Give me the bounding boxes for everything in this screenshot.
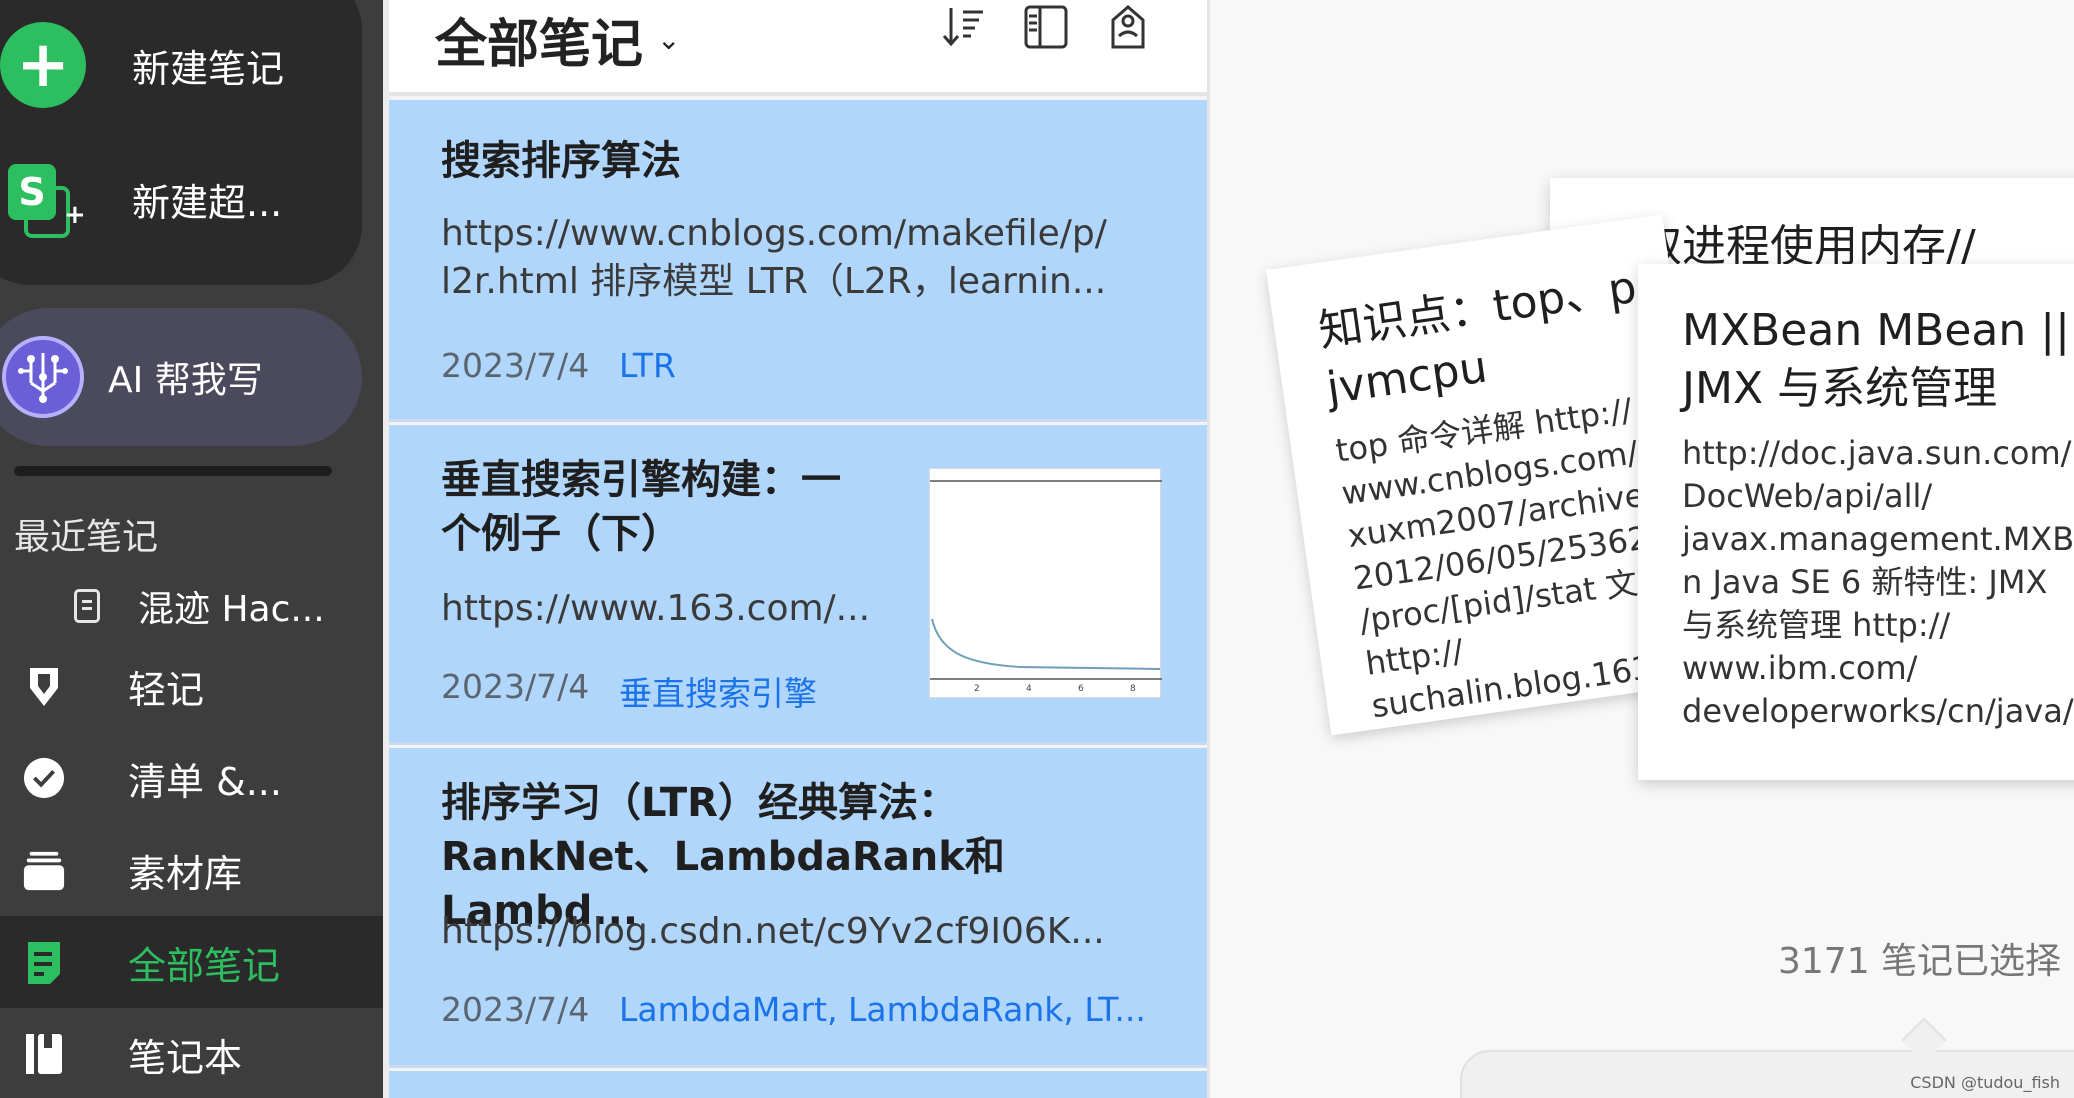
stacked-note-title: MXBean MBean ||	[1682, 305, 2070, 356]
sidebar-item-label: 轻记	[128, 667, 205, 712]
sidebar-item-quick-note[interactable]: 轻记	[0, 640, 385, 732]
note-card[interactable]: 搜索排序算法 https://www.cnblogs.com/makefile/…	[389, 100, 1207, 422]
recent-note-item[interactable]: 混迹 Hac...	[74, 580, 325, 632]
note-card[interactable]: 排序学习（LTR）经典算法： RankNet、LambdaRank和 Lambd…	[389, 748, 1207, 1068]
note-tags[interactable]: LambdaMart, LambdaRank, LT...	[619, 990, 1146, 1029]
tag-filter-icon[interactable]	[1105, 4, 1151, 50]
list-title-dropdown[interactable]: 全部笔记 ⌄	[435, 2, 680, 77]
new-super-note-label: 新建超...	[132, 180, 283, 225]
list-title: 全部笔记	[435, 15, 644, 75]
super-note-icon: S +	[0, 156, 86, 242]
stacked-note-card: MXBean MBean || JMX 与系统管理 http://doc.jav…	[1638, 264, 2074, 780]
sidebar-item-label: 笔记本	[128, 1035, 243, 1080]
thumb-tick-label: 6	[1078, 684, 1084, 694]
note-title-line: 排序学习（LTR）经典算法：	[441, 780, 958, 826]
sort-icon[interactable]	[941, 4, 987, 50]
quick-note-icon	[22, 664, 66, 708]
ai-circuit-icon	[2, 336, 84, 418]
document-icon	[74, 589, 100, 623]
new-super-note-button[interactable]: S + 新建超...	[0, 156, 282, 242]
notebook-icon	[22, 1032, 66, 1076]
note-title: 搜索排序算法	[441, 138, 681, 184]
note-snippet-line: https://www.cnblogs.com/makefile/p/	[441, 213, 1107, 254]
thumb-tick-label: 2	[974, 684, 980, 694]
stacked-note-body: http://doc.java.sun.com/ DocWeb/api/all/…	[1682, 434, 2074, 730]
sidebar: + 新建笔记 S + 新建超... AI 帮我写 最近笔记 混迹 Hac... …	[0, 0, 385, 1098]
recent-notes-title: 最近笔记	[14, 517, 159, 558]
library-icon	[22, 848, 66, 892]
note-snippet-line: l2r.html 排序模型 LTR（L2R，learnin...	[441, 261, 1107, 302]
divider	[14, 466, 332, 476]
note-title-line: 个例子（下）	[441, 511, 681, 557]
new-note-button[interactable]: + 新建笔记	[0, 22, 284, 108]
view-layout-icon[interactable]	[1023, 4, 1069, 50]
sidebar-item-checklist[interactable]: › 清单 &...	[0, 732, 385, 824]
plus-icon: +	[0, 22, 86, 108]
sidebar-item-library[interactable]: 素材库	[0, 824, 385, 916]
watermark: CSDN @tudou_fish	[1910, 1073, 2060, 1092]
stacked-note-title: JMX 与系统管理	[1682, 363, 1998, 414]
ai-write-label: AI 帮我写	[108, 360, 263, 401]
notes-icon	[22, 940, 66, 984]
list-header: 全部笔记 ⌄	[389, 0, 1207, 96]
note-card[interactable]	[389, 1071, 1207, 1098]
chevron-down-icon: ⌄	[657, 23, 681, 56]
note-snippet: https://www.163.com/...	[441, 588, 871, 629]
note-title-line: 垂直搜索引擎构建：一	[441, 457, 841, 503]
note-date: 2023/7/4	[441, 346, 590, 385]
note-tags[interactable]: LTR	[619, 346, 676, 385]
note-date: 2023/7/4	[441, 990, 590, 1029]
thumb-tick-label: 4	[1026, 684, 1032, 694]
sidebar-item-notebooks[interactable]: › 笔记本	[0, 1008, 385, 1098]
note-date: 2023/7/4	[441, 667, 590, 706]
note-snippet: https://blog.csdn.net/c9Yv2cf9I06K...	[441, 911, 1105, 952]
recent-note-label: 混迹 Hac...	[138, 589, 325, 630]
thumb-tick-label: 8	[1130, 684, 1136, 694]
sidebar-item-label: 素材库	[128, 851, 243, 896]
note-tags[interactable]: 垂直搜索引擎	[619, 667, 817, 715]
note-card[interactable]: 垂直搜索引擎构建：一 个例子（下） https://www.163.com/..…	[389, 425, 1207, 745]
sidebar-item-label: 清单 &...	[128, 759, 282, 804]
ai-write-button[interactable]: AI 帮我写	[0, 308, 362, 446]
sidebar-item-label: 全部笔记	[128, 943, 281, 988]
sidebar-item-all-notes[interactable]: 全部笔记	[0, 916, 385, 1008]
multi-select-preview: 获取进程使用内存// 知识点：top、p jvmcpu top 命令详解 htt…	[1207, 0, 2074, 1098]
note-list-panel: 全部笔记 ⌄ 搜索排序算法 https://www.cnblogs.com/ma…	[389, 0, 1207, 1098]
note-thumbnail: 2 4 6 8	[929, 468, 1162, 698]
stacked-note-body: top 命令详解 http:// www.cnblogs.com/ xuxm20…	[1333, 390, 1658, 726]
selected-count-text: 3171 笔记已选择	[1778, 941, 2062, 982]
checklist-icon	[22, 756, 66, 800]
new-note-label: 新建笔记	[132, 46, 285, 91]
